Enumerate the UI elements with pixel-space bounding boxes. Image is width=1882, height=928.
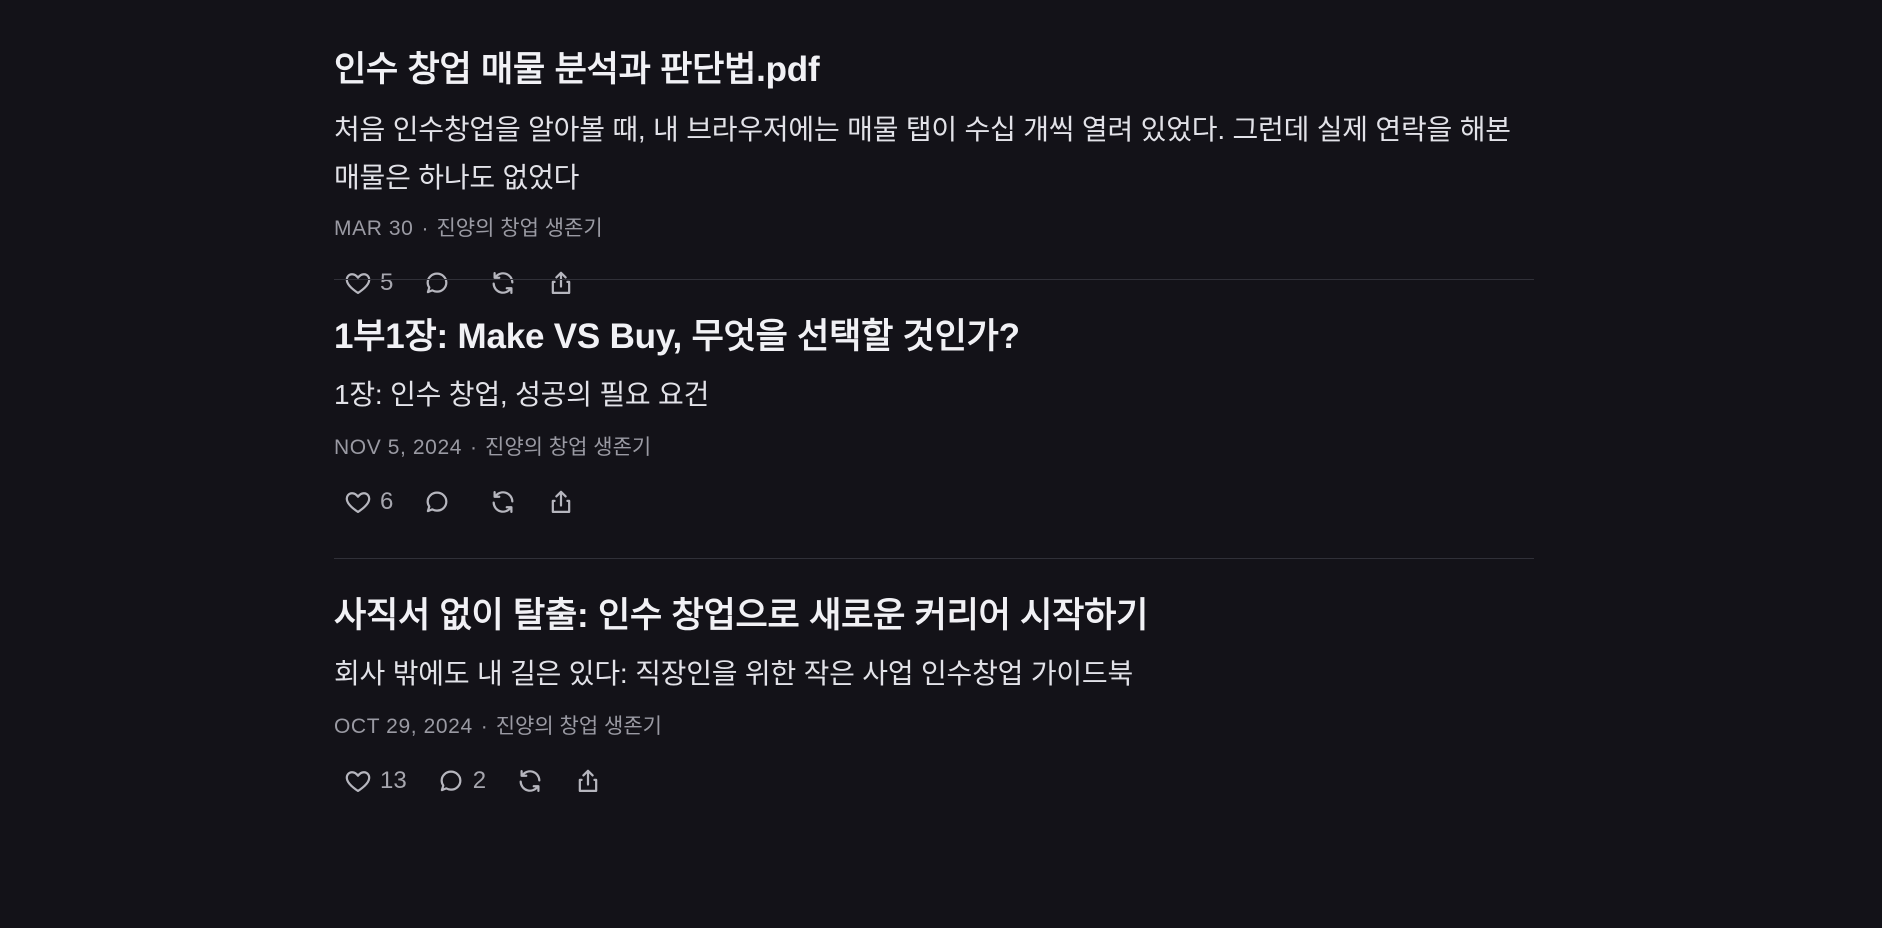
post-item[interactable]: 인수 창업 매물 분석과 판단법.pdf 처음 인수창업을 알아볼 때, 내 브…	[334, 0, 1534, 296]
post-actions: 6	[344, 482, 605, 522]
post-subtitle[interactable]: 회사 밖에도 내 길은 있다: 직장인을 위한 작은 사업 인수창업 가이드북	[334, 650, 1534, 698]
meta-separator: ·	[421, 217, 429, 240]
post-meta: OCT 29, 2024 · 진양의 창업 생존기	[334, 713, 662, 741]
like-button[interactable]: 6	[344, 488, 393, 516]
post-date: OCT 29, 2024	[334, 715, 473, 738]
comment-bubble-icon	[440, 770, 462, 792]
post-item[interactable]: 사직서 없이 탈출: 인수 창업으로 새로운 커리어 시작하기 회사 밖에도 내…	[334, 558, 1534, 837]
heart-icon	[345, 492, 371, 514]
like-button[interactable]: 13	[344, 767, 407, 795]
heart-icon	[345, 771, 371, 793]
post-actions: 13 2	[344, 761, 632, 801]
post-feed: 인수 창업 매물 분석과 판단법.pdf 처음 인수창업을 알아볼 때, 내 브…	[334, 0, 1534, 837]
post-subtitle[interactable]: 1장: 인수 창업, 성공의 필요 요건	[334, 371, 1534, 419]
share-icon	[552, 490, 571, 514]
post-title[interactable]: 1부1장: Make VS Buy, 무엇을 선택할 것인가?	[334, 315, 1020, 359]
share-icon	[578, 769, 598, 793]
meta-separator: ·	[470, 436, 478, 459]
comment-count: 2	[472, 767, 487, 794]
post-meta: MAR 30 · 진양의 창업 생존기	[334, 215, 603, 243]
post-item[interactable]: 1부1장: Make VS Buy, 무엇을 선택할 것인가? 1장: 인수 창…	[334, 279, 1534, 558]
publication-name[interactable]: 진양의 창업 생존기	[436, 217, 602, 240]
share-button[interactable]	[547, 488, 575, 516]
comment-bubble-icon	[426, 491, 448, 513]
restack-icon	[519, 769, 541, 793]
restack-button[interactable]	[489, 488, 517, 516]
like-count: 6	[380, 488, 394, 515]
post-date: NOV 5, 2024	[334, 436, 463, 459]
comment-button[interactable]	[423, 488, 459, 516]
post-meta: NOV 5, 2024 · 진양의 창업 생존기	[334, 434, 651, 462]
comment-button[interactable]: 2	[437, 767, 486, 795]
share-button[interactable]	[574, 767, 602, 795]
restack-button[interactable]	[516, 767, 544, 795]
post-subtitle[interactable]: 처음 인수창업을 알아볼 때, 내 브라우저에는 매물 탭이 수십 개씩 열려 …	[334, 106, 1534, 202]
publication-name[interactable]: 진양의 창업 생존기	[485, 436, 651, 459]
meta-separator: ·	[480, 715, 488, 738]
post-title[interactable]: 사직서 없이 탈출: 인수 창업으로 새로운 커리어 시작하기	[334, 594, 1148, 638]
post-title[interactable]: 인수 창업 매물 분석과 판단법.pdf	[334, 48, 820, 92]
like-count: 13	[380, 767, 407, 794]
post-date: MAR 30	[334, 217, 414, 240]
restack-icon	[492, 490, 514, 514]
publication-name[interactable]: 진양의 창업 생존기	[496, 715, 662, 738]
